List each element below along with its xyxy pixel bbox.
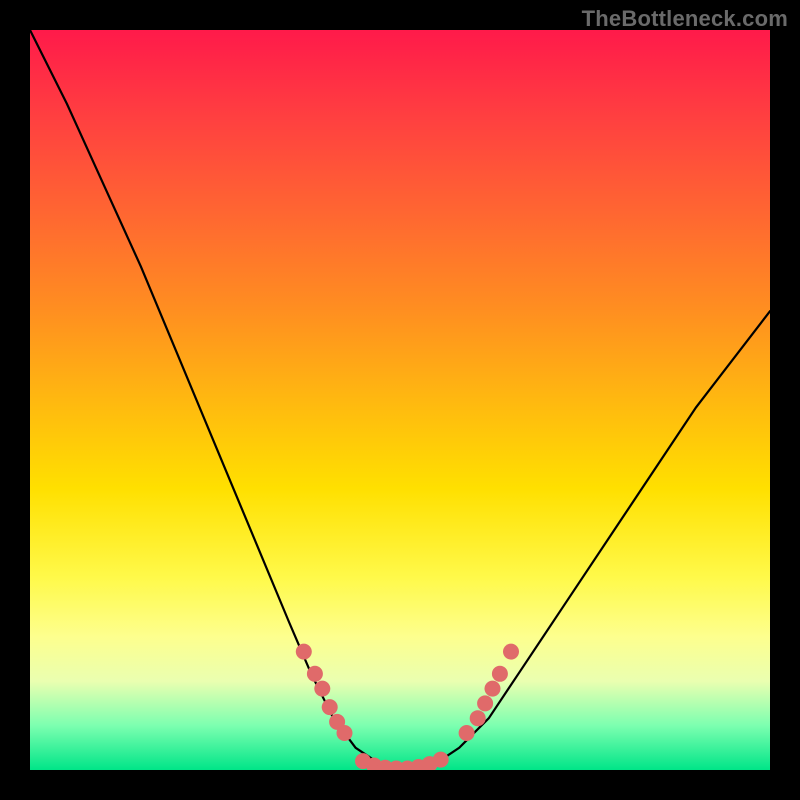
- data-point: [322, 699, 338, 715]
- chart-svg: [30, 30, 770, 770]
- data-point: [296, 644, 312, 660]
- data-point: [470, 710, 486, 726]
- data-point: [433, 752, 449, 768]
- data-point: [485, 681, 501, 697]
- chart-frame: TheBottleneck.com: [0, 0, 800, 800]
- data-point: [337, 725, 353, 741]
- data-point: [307, 666, 323, 682]
- plot-area: [30, 30, 770, 770]
- watermark-text: TheBottleneck.com: [582, 6, 788, 32]
- data-point: [477, 695, 493, 711]
- data-point: [492, 666, 508, 682]
- data-point: [459, 725, 475, 741]
- data-point: [314, 681, 330, 697]
- bottleneck-curve: [30, 30, 770, 770]
- data-point: [503, 644, 519, 660]
- data-points: [296, 644, 519, 770]
